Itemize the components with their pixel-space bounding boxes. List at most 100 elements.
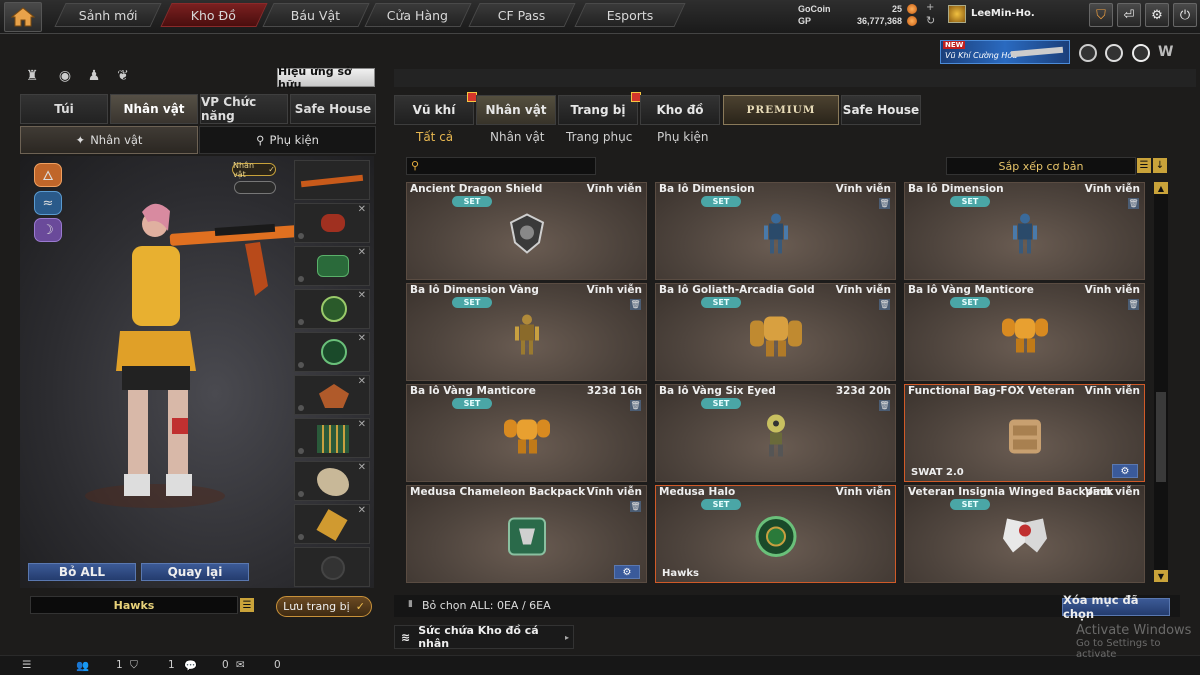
item-card[interactable]: Ba lô Vàng Six Eyed 323d 20h SET 🗑 [655,384,896,482]
equip-slot-wings[interactable]: ✕ [294,375,370,415]
menu-icon[interactable]: ☰ [240,598,254,612]
remove-icon[interactable]: ✕ [358,333,366,344]
subtab-character[interactable]: ✦ Nhân vật [20,126,198,154]
people-icon[interactable]: 👥 [76,659,89,672]
equip-slot-badge-2[interactable]: ✕ [294,332,370,372]
back-button[interactable]: Quay lại [141,563,249,581]
item-card[interactable]: Medusa Halo Vĩnh viễn SET Hawks [655,485,896,583]
character-name-field[interactable]: Hawks [30,596,238,614]
chat-icon[interactable]: 💬 [184,659,197,672]
sort-direction-icon[interactable]: ↓ [1153,158,1167,173]
subtab-accessories[interactable]: ⚲ Phụ kiện [199,126,376,154]
item-card[interactable]: Ba lô Goliath-Arcadia Gold Vĩnh viễn SET 🗑 [655,283,896,381]
shield-status-icon[interactable]: ⛉ [130,659,138,672]
tab-character[interactable]: Nhân vật [110,94,198,124]
mail-icon[interactable]: ✉ [236,659,245,671]
equip-slot-hat[interactable]: ✕ [294,203,370,243]
remove-icon[interactable]: ✕ [358,376,366,387]
rtab-safe-house[interactable]: Safe House [841,95,921,125]
filter-accessories[interactable]: Phụ kiện [657,130,709,146]
weapon-upgrade-banner[interactable]: NEW Vũ Khí Cường Hóa [940,40,1070,64]
remove-icon[interactable]: ✕ [358,505,366,516]
power-button[interactable]: ⏻ [1173,3,1197,27]
nav-tab-shop[interactable]: Cửa Hàng [364,3,472,27]
item-card[interactable]: Ancient Dragon Shield Vĩnh viễn SET [406,182,647,280]
emblem-icon[interactable] [1079,44,1097,62]
username[interactable]: LeeMin-Ho. [971,8,1035,19]
nav-tab-esports[interactable]: Esports [574,3,686,27]
home-button[interactable] [4,2,42,32]
trash-icon[interactable]: 🗑 [1128,299,1139,310]
element-fire-icon[interactable]: 🜂 [34,163,62,187]
clan-shield-button[interactable]: ⛉ [1089,3,1113,27]
equip-slot-mask[interactable]: ✕ [294,246,370,286]
equip-slot-knife[interactable]: ✕ [294,504,370,544]
refresh-icon[interactable]: ↻ [926,14,935,27]
filter-all[interactable]: Tất cả [416,130,453,146]
sort-menu-icon[interactable]: ☰ [1137,158,1151,173]
remove-icon[interactable]: ✕ [358,290,366,301]
item-card[interactable]: Ba lô Vàng Manticore 323d 16h SET 🗑 [406,384,647,482]
item-card[interactable]: Medusa Chameleon Backpack Vĩnh viễn 🗑 ⚙ [406,485,647,583]
scroll-down-icon[interactable]: ▼ [1154,570,1168,582]
ownership-effects-button[interactable]: Hiệu ứng sở hữu [277,65,375,91]
clear-selected-button[interactable]: Xóa mục đã chọn [1062,593,1170,621]
pet-icon[interactable]: ❦ [115,68,131,84]
person-icon[interactable]: ♟ [86,68,102,84]
nav-tab-treasure[interactable]: Báu Vật [262,3,370,27]
save-equipment-button[interactable]: Lưu trang bị ✓ [276,596,372,617]
settings-button[interactable]: ⚙ [1145,3,1169,27]
remove-icon[interactable]: ✕ [358,247,366,258]
tab-safe-house[interactable]: Safe House [290,94,376,124]
trash-icon[interactable]: 🗑 [879,299,890,310]
item-card[interactable]: Ba lô Dimension Vĩnh viễn SET 🗑 [655,182,896,280]
item-card[interactable]: Ba lô Dimension Vàng Vĩnh viễn SET 🗑 [406,283,647,381]
gear-icon[interactable]: ⚙ [614,565,640,579]
exit-button[interactable]: ⏎ [1117,3,1141,27]
remove-icon[interactable]: ✕ [358,419,366,430]
trash-icon[interactable]: 🗑 [1128,198,1139,209]
filter-costume[interactable]: Trang phục [566,130,632,146]
equip-slot-pet[interactable]: ✕ [294,461,370,501]
target-icon[interactable] [1105,44,1123,62]
search-input[interactable]: ⚲ [406,157,596,175]
trash-icon[interactable]: 🗑 [879,198,890,209]
gear-icon[interactable]: ⚙ [1112,464,1138,478]
nav-tab-inventory[interactable]: Kho Đồ [160,3,268,27]
selected-count[interactable]: Bỏ chọn ALL: 0EA / 6EA [422,599,551,612]
wings-icon[interactable]: W [1158,44,1178,62]
trash-icon[interactable]: 🗑 [630,299,641,310]
ranking-icon[interactable]: ♜ [24,68,40,84]
equip-slot-empty[interactable] [294,547,370,587]
element-water-icon[interactable]: ≈ [34,191,62,215]
sort-dropdown[interactable]: Sắp xếp cơ bản [946,157,1136,175]
remove-icon[interactable]: ✕ [358,204,366,215]
filter-character[interactable]: Nhân vật [490,130,545,146]
character-tag[interactable]: Nhân vật ✓ [232,161,276,179]
list-icon[interactable]: ☰ [22,659,31,671]
storage-capacity-button[interactable]: ≋ Sức chứa Kho đồ cá nhân ▸ [394,624,574,650]
nav-tab-cf-pass[interactable]: CF Pass [468,3,576,27]
item-card[interactable]: Ba lô Vàng Manticore Vĩnh viễn SET 🗑 [904,283,1145,381]
item-card[interactable]: Ba lô Dimension Vĩnh viễn SET 🗑 [904,182,1145,280]
tab-function-items[interactable]: VP Chức năng [200,94,288,124]
equip-slot-weapon[interactable] [294,160,370,200]
outfit-toggle[interactable] [234,181,276,194]
item-card[interactable]: Functional Bag-FOX Veteran Vĩnh viễn ⚙ SWAT… [904,384,1145,482]
rtab-storage[interactable]: Kho đồ [640,95,720,125]
remove-icon[interactable]: ✕ [358,462,366,473]
trash-icon[interactable]: 🗑 [630,400,641,411]
scrollbar[interactable]: ▲ ▼ [1154,182,1168,582]
rtab-character[interactable]: Nhân vật [476,95,556,125]
scroll-up-icon[interactable]: ▲ [1154,182,1168,194]
rtab-premium[interactable]: PREMIUM [723,95,839,125]
add-coin-icon[interactable]: + [926,2,934,13]
eye-icon[interactable]: ◉ [57,68,73,84]
trash-icon[interactable]: 🗑 [630,501,641,512]
equip-slot-vest[interactable]: ✕ [294,418,370,458]
scroll-thumb[interactable] [1156,392,1166,482]
rtab-weapons[interactable]: Vũ khí [394,92,477,125]
element-wind-icon[interactable]: ☽ [34,218,62,242]
rtab-equipment[interactable]: Trang bị [558,92,641,125]
nav-tab-lobby[interactable]: Sảnh mới [54,3,162,27]
